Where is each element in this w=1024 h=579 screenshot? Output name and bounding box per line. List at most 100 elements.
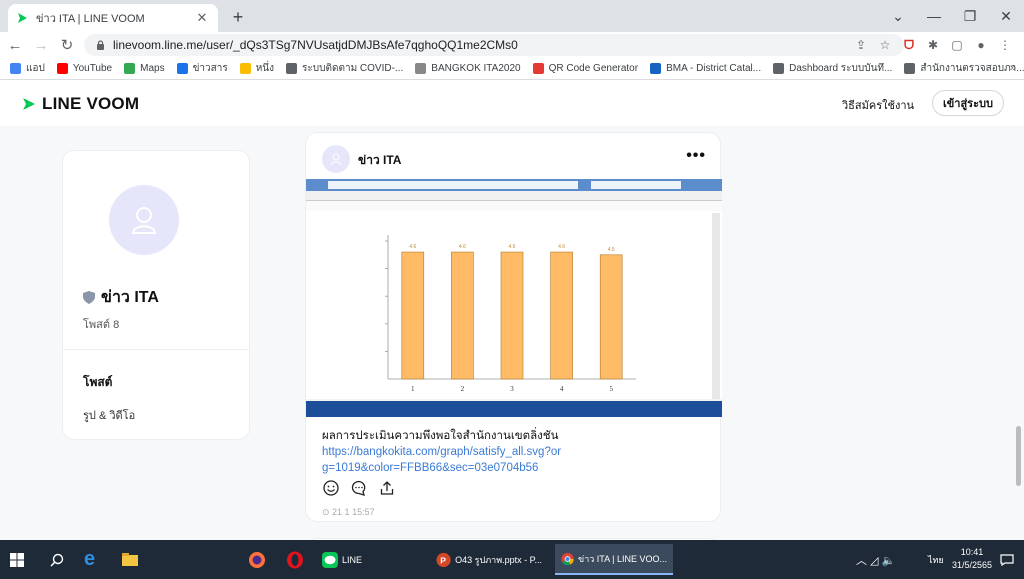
post-link[interactable]: https://bangkokita.com/graph/satisfy_all…: [322, 444, 562, 476]
minimize-button[interactable]: —: [916, 0, 952, 32]
page-scrollbar[interactable]: [1016, 426, 1021, 486]
embedded-scrollbar: [712, 213, 720, 399]
bookmark-item[interactable]: QR Code Generator: [532, 63, 638, 74]
post-avatar[interactable]: [322, 145, 350, 173]
chart-x-tick-label: 2: [461, 385, 465, 393]
embedded-address-bar: [328, 181, 578, 189]
main-content: ข่าว ITA โพสต์ 8 โพสต์ รูป & วิดีโอ ข่าว…: [0, 126, 1024, 540]
url-text: linevoom.line.me/user/_dQs3TSg7NVUsatjdD…: [113, 38, 518, 52]
bookmark-item[interactable]: Dashboard ระบบบันทึ...: [773, 61, 892, 76]
profile-icon[interactable]: ●: [970, 35, 992, 55]
embedded-browser-titlebar: [306, 179, 722, 191]
post-actions: [322, 479, 396, 497]
logo-text: LINE VOOM: [42, 94, 140, 113]
share-icon[interactable]: ⇪: [850, 35, 872, 55]
bookmark-icon: [176, 63, 188, 74]
bookmark-item[interactable]: Maps: [124, 63, 165, 74]
post-image[interactable]: 4.6 1 4.6 2 4.6 3 4.6 4 4.5 5: [306, 179, 722, 417]
like-icon[interactable]: [322, 479, 340, 497]
share-icon[interactable]: [378, 479, 396, 497]
bookmark-label: Dashboard ระบบบันทึ...: [789, 63, 893, 74]
comment-icon[interactable]: [350, 479, 368, 497]
tab-search-icon[interactable]: ⌄: [880, 0, 916, 32]
login-button[interactable]: เข้าสู่ระบบ: [932, 90, 1004, 116]
bookmark-star-icon[interactable]: ☆: [874, 35, 896, 55]
clock[interactable]: 10:41 31/5/2565: [952, 546, 992, 572]
bookmarks-overflow-icon[interactable]: »: [1010, 62, 1016, 74]
bookmark-label: ระบบติดตาม COVID-...: [302, 63, 404, 74]
bookmark-icon: [773, 63, 785, 74]
bookmark-item[interactable]: YouTube: [56, 63, 113, 74]
taskbar-app-line[interactable]: LINE: [316, 544, 368, 575]
site-header: LINE VOOM วิธีสมัครใช้งาน เข้าสู่ระบบ: [0, 80, 1024, 126]
posts-tab[interactable]: โพสต์: [83, 373, 112, 392]
opera-icon[interactable]: [286, 540, 304, 579]
window-controls: ⌄ — ❐ ✕: [880, 0, 1024, 32]
tray-icons[interactable]: ︿ ◿ 🔈: [856, 540, 895, 579]
bookmark-item[interactable]: สำนักงานตรวจสอบภา...: [904, 61, 1024, 76]
address-bar[interactable]: linevoom.line.me/user/_dQs3TSg7NVUsatjdD…: [84, 34, 904, 56]
browser-tab[interactable]: ข่าว ITA | LINE VOOM ✕: [8, 4, 218, 32]
bookmark-item[interactable]: BANGKOK ITA2020: [415, 63, 521, 74]
bookmark-item[interactable]: ระบบติดตาม COVID-...: [286, 61, 403, 76]
menu-icon[interactable]: ⋮: [994, 35, 1016, 55]
bookmark-item[interactable]: แอป: [10, 61, 45, 76]
bookmark-icon: [286, 63, 298, 74]
language-indicator[interactable]: ไทย: [928, 540, 944, 579]
tab-close-icon[interactable]: ✕: [194, 10, 210, 26]
bookmark-label: BANGKOK ITA2020: [431, 63, 521, 74]
svg-text:P: P: [440, 555, 446, 565]
ie-browser-icon[interactable]: e: [84, 540, 95, 579]
back-button[interactable]: ←: [4, 34, 26, 56]
bookmark-label: หนึ่ง: [255, 63, 275, 74]
post-count: โพสต์ 8: [83, 319, 120, 331]
clock-time: 10:41: [960, 547, 984, 557]
more-options-icon[interactable]: •••: [686, 147, 706, 165]
bookmark-icon: [532, 63, 544, 74]
forward-button[interactable]: →: [30, 34, 52, 56]
shield-icon: [83, 291, 95, 304]
bookmark-item[interactable]: หนึ่ง: [239, 61, 275, 76]
extension-icon[interactable]: ᗜ: [898, 35, 920, 55]
taskbar-app-chrome[interactable]: ข่าว ITA | LINE VOO...: [555, 544, 673, 575]
user-icon: [131, 207, 157, 234]
windows-start-icon[interactable]: [10, 540, 24, 579]
post-author[interactable]: ข่าว ITA: [358, 151, 401, 170]
reload-button[interactable]: ↻: [56, 34, 78, 56]
embedded-chart-area: 4.6 1 4.6 2 4.6 3 4.6 4 4.5 5: [306, 211, 722, 399]
post-time-text: 21 1 15:57: [332, 507, 375, 517]
signup-link[interactable]: วิธีสมัครใช้งาน: [842, 96, 914, 114]
line-voom-favicon-icon: [18, 13, 27, 23]
line-voom-logo[interactable]: LINE VOOM: [22, 94, 139, 114]
browser-toolbar: ← → ↻ linevoom.line.me/user/_dQs3TSg7NVU…: [0, 32, 1024, 58]
user-icon: [330, 153, 342, 165]
firefox-icon[interactable]: [248, 540, 266, 579]
bookmark-label: YouTube: [72, 63, 113, 74]
embedded-search-box: [591, 181, 681, 189]
bookmark-item[interactable]: BMA - District Catal...: [650, 63, 761, 74]
notification-icon[interactable]: [1000, 540, 1014, 579]
embedded-tabs: [306, 191, 722, 201]
maximize-button[interactable]: ❐: [952, 0, 988, 32]
chart-data-label: 4.6: [558, 244, 565, 250]
puzzle-icon[interactable]: ✱: [922, 35, 944, 55]
new-tab-button[interactable]: +: [226, 6, 250, 28]
play-logo-icon: [23, 98, 35, 110]
chart-bar: [599, 254, 623, 380]
bookmark-icon: [904, 63, 916, 74]
chart-data-label: 4.6: [459, 244, 466, 250]
bookmark-item[interactable]: ข่าวสาร: [176, 61, 228, 76]
photos-videos-tab[interactable]: รูป & วิดีโอ: [83, 406, 135, 424]
bookmarks-bar: แอป YouTube Maps ข่าวสาร หนึ่ง ระบบติดตาม COV…: [0, 58, 1024, 80]
taskbar-app-label: LINE: [342, 554, 363, 565]
file-explorer-icon[interactable]: [122, 540, 138, 579]
taskbar-app-powerpoint[interactable]: P O43 รูปภาพ.pptx - P...: [430, 544, 548, 575]
account-name: ข่าว ITA: [83, 285, 159, 310]
embedded-taskbar: [306, 401, 722, 417]
chart-x-tick-label: 3: [510, 385, 514, 393]
sidebar-icon[interactable]: ▢: [946, 35, 968, 55]
satisfaction-bar-chart: 4.6 1 4.6 2 4.6 3 4.6 4 4.5 5: [385, 235, 636, 393]
search-icon[interactable]: [50, 540, 64, 579]
close-window-button[interactable]: ✕: [988, 0, 1024, 32]
line-app-icon: [322, 551, 338, 568]
